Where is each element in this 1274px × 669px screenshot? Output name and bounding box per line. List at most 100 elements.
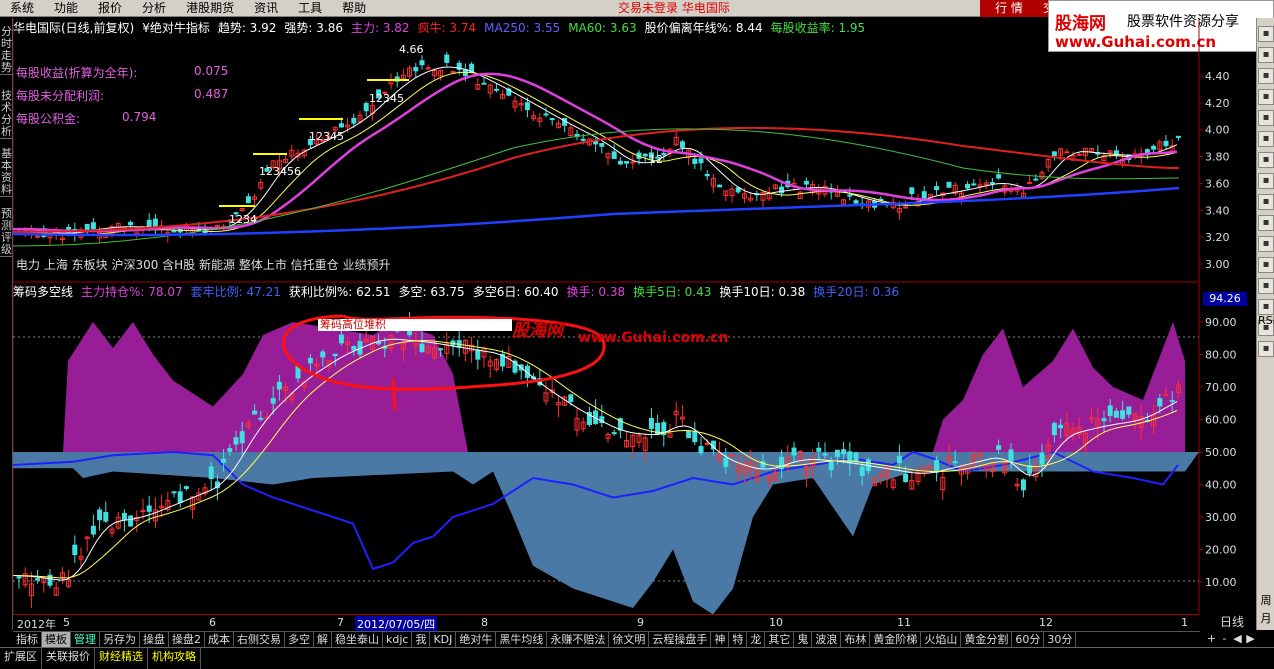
tab-nav-0[interactable]: + [1206, 631, 1217, 647]
toolbar-icon-3[interactable]: ▪ [1258, 89, 1274, 105]
time-tick-3: 7 [337, 616, 344, 629]
toolbar-icon-1[interactable]: ▪ [1258, 47, 1274, 63]
period-label[interactable]: 日线 [1208, 614, 1256, 630]
formula-tab-19[interactable]: 神 [711, 632, 730, 647]
tab-nav-1[interactable]: - [1219, 631, 1230, 647]
menu-item-4[interactable]: 港股期货 [176, 0, 244, 17]
toolbar-icon-6[interactable]: ▪ [1258, 152, 1274, 168]
left-tab-3[interactable]: 预测评级 [0, 208, 13, 257]
formula-tab-3[interactable]: 另存为 [100, 632, 140, 647]
indicator-axis-label-1: 80.00 [1205, 349, 1237, 362]
formula-tab-1[interactable]: 模板 [42, 632, 71, 647]
menu-item-3[interactable]: 分析 [132, 0, 176, 17]
formula-tab-14[interactable]: 绝对牛 [456, 632, 497, 647]
price-axis-label-4: 3.60 [1205, 177, 1230, 190]
bottom-tab-3[interactable]: 机构攻略 [148, 648, 201, 669]
ind-candle [822, 453, 828, 456]
bottom-tab-2[interactable]: 财经精选 [95, 648, 148, 669]
watermark-url: www.Guhai.com.cn [578, 330, 729, 346]
menu-item-7[interactable]: 帮助 [332, 0, 376, 17]
formula-tab-15[interactable]: 黑牛均线 [496, 632, 548, 647]
formula-tab-29[interactable]: 60分 [1012, 632, 1045, 647]
formula-tab-9[interactable]: 解 [314, 632, 332, 647]
concept-tags: 电力 上海 东板块 沪深300 含H股 新能源 整体上市 信托重仓 业绩预升 [16, 258, 391, 272]
ind-candle [97, 509, 103, 521]
formula-tab-30[interactable]: 30分 [1044, 632, 1077, 647]
toolbar-icon-2[interactable]: ▪ [1258, 68, 1274, 84]
left-view-tabs: 分时走势技术分析基本资料预测评级 [0, 18, 13, 630]
left-tab-1[interactable]: 技术分析 [0, 90, 13, 139]
left-tab-0[interactable]: 分时走势 [0, 26, 13, 75]
bottom-tab-0[interactable]: 扩展区 [0, 648, 42, 669]
formula-tab-0[interactable]: 指标 [13, 632, 42, 647]
formula-tab-10[interactable]: 稳坐泰山 [332, 632, 383, 647]
ind-candle [351, 345, 357, 351]
price-axis-label-3: 3.80 [1205, 151, 1230, 164]
formula-tab-18[interactable]: 云程操盘手 [649, 632, 712, 647]
toolbar-icon-9[interactable]: ▪ [1258, 215, 1274, 231]
formula-tab-28[interactable]: 黄金分割 [961, 632, 1013, 647]
toolbar-icon-13[interactable]: ▪ [1258, 299, 1274, 315]
chart-canvas[interactable]: 4.40 4.20 4.00 3.80 3.60 3.40 3.20 3.00 90.00 80.… [13, 18, 1256, 614]
locked-area [13, 452, 1199, 614]
indicator-header: 筹码多空线 主力持仓%: 78.07 套牢比例: 47.21 获利比例%: 62.51… [13, 284, 899, 300]
toolbar-icon-4[interactable]: ▪ [1258, 110, 1274, 126]
formula-tab-26[interactable]: 黄金阶梯 [870, 632, 922, 647]
left-tab-2[interactable]: 基本资料 [0, 148, 13, 197]
formula-tab-13[interactable]: KDJ [430, 632, 457, 647]
price-candle [1076, 153, 1082, 156]
formula-tab-6[interactable]: 成本 [205, 632, 234, 647]
formula-tab-24[interactable]: 波浪 [812, 632, 842, 647]
formula-tab-21[interactable]: 龙 [747, 632, 766, 647]
formula-tab-23[interactable]: 鬼 [794, 632, 813, 647]
formula-tab-4[interactable]: 操盘 [140, 632, 169, 647]
price-label-3: 123456 [259, 165, 301, 178]
toolbar-icon-12[interactable]: ▪ [1258, 278, 1274, 294]
toolbar-icon-7[interactable]: ▪ [1258, 173, 1274, 189]
menu-item-2[interactable]: 报价 [88, 0, 132, 17]
menu-item-6[interactable]: 工具 [288, 0, 332, 17]
menu-item-5[interactable]: 资讯 [244, 0, 288, 17]
tab-nav-2[interactable]: ◀ [1232, 631, 1243, 647]
quote-button[interactable]: 行 情 [980, 0, 1038, 17]
formula-tab-11[interactable]: kdjc [383, 632, 413, 647]
formula-tab-7[interactable]: 右侧交易 [234, 632, 285, 647]
toolbar-icon-15[interactable]: ▪ [1258, 341, 1274, 357]
indicator-header-item-3: 多空: 63.75 [398, 285, 465, 299]
formula-tab-2[interactable]: 管理 [71, 632, 100, 647]
toolbar-month[interactable]: 月 [1258, 612, 1274, 625]
stock-chart-app: 系统功能报价分析港股期货资讯工具帮助 交易未登录 华电国际 行 情 交 股海网 … [0, 0, 1274, 669]
time-tick-7: 10 [769, 616, 783, 629]
ind-candle [221, 458, 227, 463]
toolbar-rsi[interactable]: RSI [1258, 314, 1274, 327]
formula-tab-27[interactable]: 火焰山 [921, 632, 962, 647]
tab-nav-3[interactable]: ▶ [1245, 631, 1256, 647]
formula-tab-22[interactable]: 其它 [765, 632, 795, 647]
formula-tab-16[interactable]: 永赚不赔法 [547, 632, 610, 647]
formula-tab-20[interactable]: 特 [729, 632, 748, 647]
toolbar-icon-5[interactable]: ▪ [1258, 131, 1274, 147]
ind-candle [338, 334, 344, 344]
toolbar-week[interactable]: 周 [1258, 594, 1274, 607]
formula-tab-8[interactable]: 多空 [285, 632, 314, 647]
bottom-tab-1[interactable]: 关联报价 [42, 648, 95, 669]
price-candle [717, 184, 723, 188]
indicator-header-item-5: 换手: 0.38 [566, 285, 626, 299]
main-header-item-0: 趋势: 3.92 [217, 21, 277, 35]
toolbar-icon-8[interactable]: ▪ [1258, 194, 1274, 210]
formula-tab-17[interactable]: 徐文明 [609, 632, 650, 647]
ind-candle [1027, 465, 1033, 474]
formula-tab-25[interactable]: 布林 [841, 632, 871, 647]
toolbar-icon-0[interactable]: ▪ [1258, 26, 1274, 42]
toolbar-icon-10[interactable]: ▪ [1258, 236, 1274, 252]
toolbar-icon-11[interactable]: ▪ [1258, 257, 1274, 273]
price-candle [965, 183, 971, 189]
ind-candle [859, 466, 865, 476]
formula-tab-5[interactable]: 操盘2 [169, 632, 205, 647]
price-candle [338, 123, 344, 128]
formula-tab-12[interactable]: 我 [412, 632, 431, 647]
ind-candle [146, 505, 152, 512]
price-candle [363, 102, 369, 112]
menu-item-1[interactable]: 功能 [44, 0, 88, 17]
menu-item-0[interactable]: 系统 [0, 0, 44, 17]
